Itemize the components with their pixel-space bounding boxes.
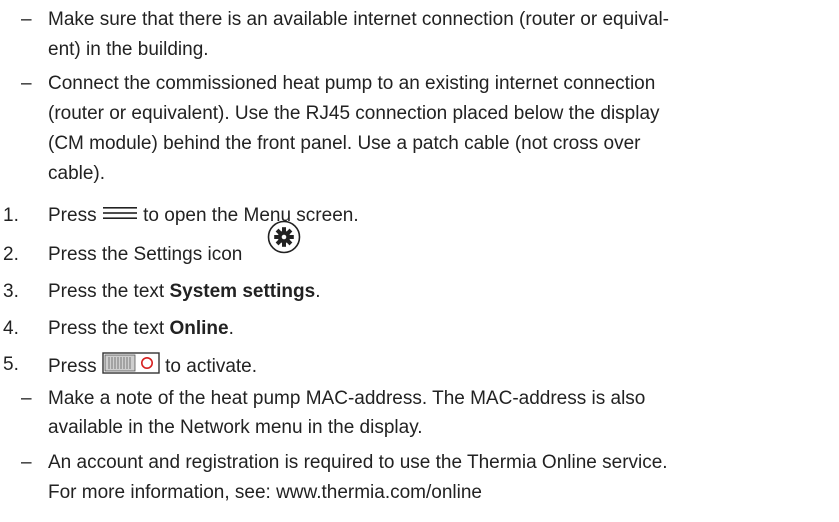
step-text-before: Press the Settings icon [48,244,243,265]
dash-bullet: – [21,9,32,30]
note-text-line: An account and registration is required … [48,452,668,473]
step-text-bold: Online [169,318,229,339]
step-text: Press the Settings icon [48,242,242,268]
step-number: 5. [3,354,19,375]
note-text-line: Make a note of the heat pump MAC-address… [48,388,646,409]
step-text-before: Press [48,205,102,227]
note-text-line: For more information, see: www.thermia.c… [48,482,482,503]
step-text-after: to activate. [159,356,258,378]
settings-gear-icon [267,220,301,260]
prereq-text-line: (router or equivalent). Use the RJ45 con… [48,103,660,124]
step-text-after: . [315,281,321,302]
step-text: Press to open the Menu screen. [48,203,359,229]
step-text-after: to open the Menu screen. [137,205,359,227]
step-text: Press the text System settings. [48,279,320,305]
dash-bullet: – [21,452,32,473]
step-text-bold: System settings [169,281,316,302]
step-number: 3. [3,281,19,302]
prereq-text-line: cable). [48,163,106,184]
step-text-before: Press the text [48,318,170,339]
step-text-after: . [228,318,234,339]
step-text: Press the text Online. [48,316,234,342]
menu-icon [102,203,138,229]
step-text-before: Press [48,356,102,378]
step-number: 4. [3,318,19,339]
prereq-text-line: Make sure that there is an available int… [48,9,670,30]
dash-bullet: – [21,388,32,409]
prereq-text-line: (CM module) behind the front panel. Use … [48,133,641,154]
dash-bullet: – [21,73,32,94]
prereq-text-line: Connect the commissioned heat pump to an… [48,73,656,94]
step-number: 2. [3,244,19,265]
step-text: Press to activate. [48,352,257,382]
step-number: 1. [3,205,19,226]
prereq-text-line: ent) in the building. [48,39,209,60]
toggle-switch-icon [102,352,160,382]
step-text-before: Press the text [48,281,170,302]
note-text-line: available in the Network menu in the dis… [48,417,423,438]
document-page: – Make sure that there is an available i… [0,0,839,522]
